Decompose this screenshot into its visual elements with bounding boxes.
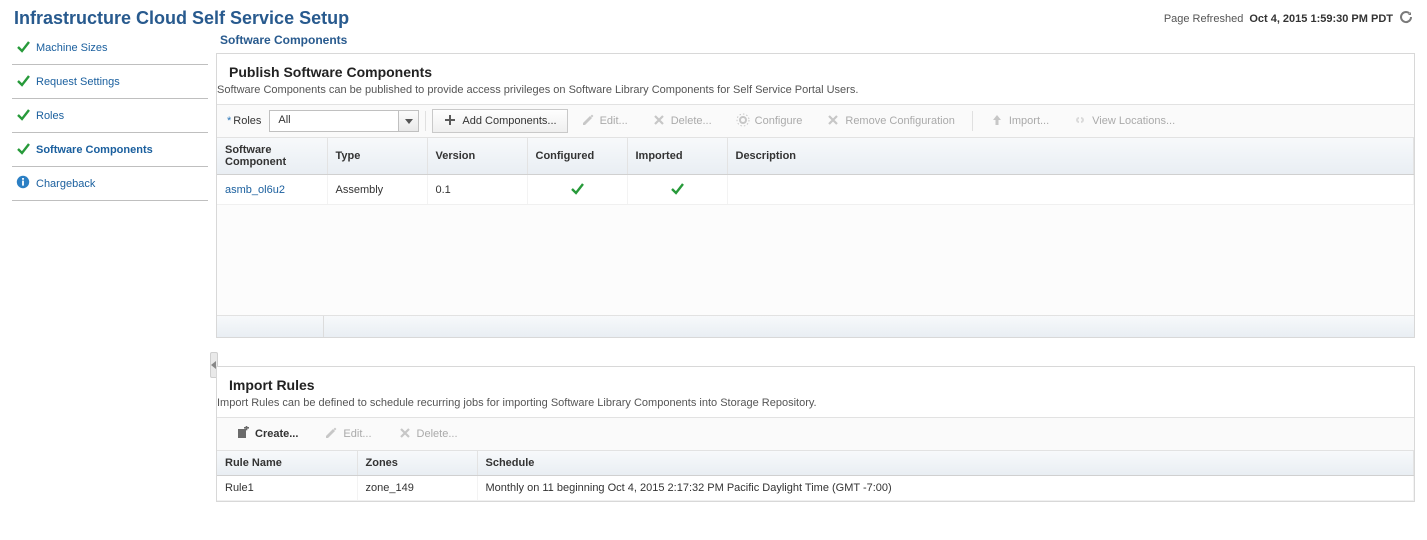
sidebar-item-label: Roles bbox=[36, 110, 64, 122]
roles-value: All bbox=[270, 111, 398, 131]
import-label: Import... bbox=[1009, 115, 1049, 127]
upload-icon bbox=[990, 113, 1004, 130]
roles-label: Roles bbox=[223, 115, 267, 127]
section-crumb: Software Components bbox=[216, 31, 1415, 53]
components-table: Software Component Type Version Configur… bbox=[217, 138, 1414, 205]
pencil-icon bbox=[324, 426, 338, 443]
x-icon bbox=[652, 113, 666, 130]
sidebar-item-machine-sizes[interactable]: Machine Sizes bbox=[12, 31, 208, 65]
refresh-time: Oct 4, 2015 1:59:30 PM PDT bbox=[1249, 13, 1393, 25]
cell-name[interactable]: asmb_ol6u2 bbox=[217, 175, 327, 205]
import-button[interactable]: Import... bbox=[979, 109, 1060, 133]
table-empty-area bbox=[217, 205, 1414, 315]
col-software-component[interactable]: Software Component bbox=[217, 138, 327, 175]
rules-table: Rule Name Zones Schedule Rule1zone_149Mo… bbox=[217, 451, 1414, 501]
import-rules-panel: Import Rules Import Rules can be defined… bbox=[216, 366, 1415, 502]
create-label: Create... bbox=[255, 428, 298, 440]
add-components-button[interactable]: Add Components... bbox=[432, 109, 567, 133]
check-icon bbox=[16, 141, 30, 158]
cell-desc bbox=[727, 175, 1414, 205]
info-icon bbox=[16, 175, 30, 192]
table-header-row: Software Component Type Version Configur… bbox=[217, 138, 1414, 175]
x-icon bbox=[826, 113, 840, 130]
refresh-prefix: Page Refreshed bbox=[1164, 13, 1244, 25]
cell-version: 0.1 bbox=[427, 175, 527, 205]
col-type[interactable]: Type bbox=[327, 138, 427, 175]
rules-toolbar: Create... Edit... Delete... bbox=[217, 417, 1414, 451]
col-description[interactable]: Description bbox=[727, 138, 1414, 175]
view-locations-button[interactable]: View Locations... bbox=[1062, 109, 1186, 133]
publish-toolbar: Roles All Add Components... Edit... Dele… bbox=[217, 104, 1414, 138]
sidebar-item-label: Request Settings bbox=[36, 76, 120, 88]
table-row[interactable]: asmb_ol6u2Assembly0.1 bbox=[217, 175, 1414, 205]
cell-rule-name: Rule1 bbox=[217, 476, 357, 501]
edit-rule-label: Edit... bbox=[343, 428, 371, 440]
publish-desc: Software Components can be published to … bbox=[215, 82, 1414, 104]
view-label: View Locations... bbox=[1092, 115, 1175, 127]
roles-select[interactable]: All bbox=[269, 110, 419, 132]
cell-configured bbox=[527, 175, 627, 205]
sidebar-item-software-components[interactable]: Software Components bbox=[12, 133, 208, 167]
edit-rule-button[interactable]: Edit... bbox=[313, 422, 382, 446]
col-imported[interactable]: Imported bbox=[627, 138, 727, 175]
configure-button[interactable]: Configure bbox=[725, 109, 814, 133]
table-row[interactable]: Rule1zone_149Monthly on 11 beginning Oct… bbox=[217, 476, 1414, 501]
table-footer bbox=[217, 315, 1414, 337]
x-icon bbox=[398, 426, 412, 443]
check-icon bbox=[16, 39, 30, 56]
publish-panel: Publish Software Components Software Com… bbox=[216, 53, 1415, 338]
page-title: Infrastructure Cloud Self Service Setup bbox=[14, 8, 349, 29]
delete-button[interactable]: Delete... bbox=[641, 109, 723, 133]
roles-dropdown-icon[interactable] bbox=[398, 111, 418, 131]
refresh-icon[interactable] bbox=[1399, 10, 1413, 27]
sidebar-item-label: Machine Sizes bbox=[36, 42, 108, 54]
table-header-row: Rule Name Zones Schedule bbox=[217, 451, 1414, 476]
delete-rule-button[interactable]: Delete... bbox=[387, 422, 469, 446]
edit-button[interactable]: Edit... bbox=[570, 109, 639, 133]
sidebar-item-label: Chargeback bbox=[36, 178, 95, 190]
col-schedule[interactable]: Schedule bbox=[477, 451, 1414, 476]
delete-label: Delete... bbox=[671, 115, 712, 127]
link-icon bbox=[1073, 113, 1087, 130]
sidebar-item-chargeback[interactable]: Chargeback bbox=[12, 167, 208, 201]
configure-label: Configure bbox=[755, 115, 803, 127]
col-version[interactable]: Version bbox=[427, 138, 527, 175]
sidebar-item-request-settings[interactable]: Request Settings bbox=[12, 65, 208, 99]
sidebar-item-roles[interactable]: Roles bbox=[12, 99, 208, 133]
sidebar: Machine Sizes Request Settings Roles Softwa… bbox=[12, 31, 208, 201]
rules-desc: Import Rules can be defined to schedule … bbox=[215, 395, 1414, 417]
col-configured[interactable]: Configured bbox=[527, 138, 627, 175]
plus-icon bbox=[443, 113, 457, 130]
check-icon bbox=[16, 107, 30, 124]
publish-title: Publish Software Components bbox=[217, 54, 1414, 82]
page-refresh-status: Page Refreshed Oct 4, 2015 1:59:30 PM PD… bbox=[1164, 10, 1413, 27]
col-zones[interactable]: Zones bbox=[357, 451, 477, 476]
create-rule-button[interactable]: Create... bbox=[225, 422, 309, 446]
create-icon bbox=[236, 426, 250, 443]
cell-schedule: Monthly on 11 beginning Oct 4, 2015 2:17… bbox=[477, 476, 1414, 501]
gear-icon bbox=[736, 113, 750, 130]
remove-config-button[interactable]: Remove Configuration bbox=[815, 109, 965, 133]
sidebar-item-label: Software Components bbox=[36, 144, 153, 156]
cell-type: Assembly bbox=[327, 175, 427, 205]
add-label: Add Components... bbox=[462, 115, 556, 127]
cell-imported bbox=[627, 175, 727, 205]
cell-zones: zone_149 bbox=[357, 476, 477, 501]
delete-rule-label: Delete... bbox=[417, 428, 458, 440]
col-rule-name[interactable]: Rule Name bbox=[217, 451, 357, 476]
remove-label: Remove Configuration bbox=[845, 115, 954, 127]
rules-title: Import Rules bbox=[217, 367, 1414, 395]
edit-label: Edit... bbox=[600, 115, 628, 127]
pencil-icon bbox=[581, 113, 595, 130]
check-icon bbox=[16, 73, 30, 90]
